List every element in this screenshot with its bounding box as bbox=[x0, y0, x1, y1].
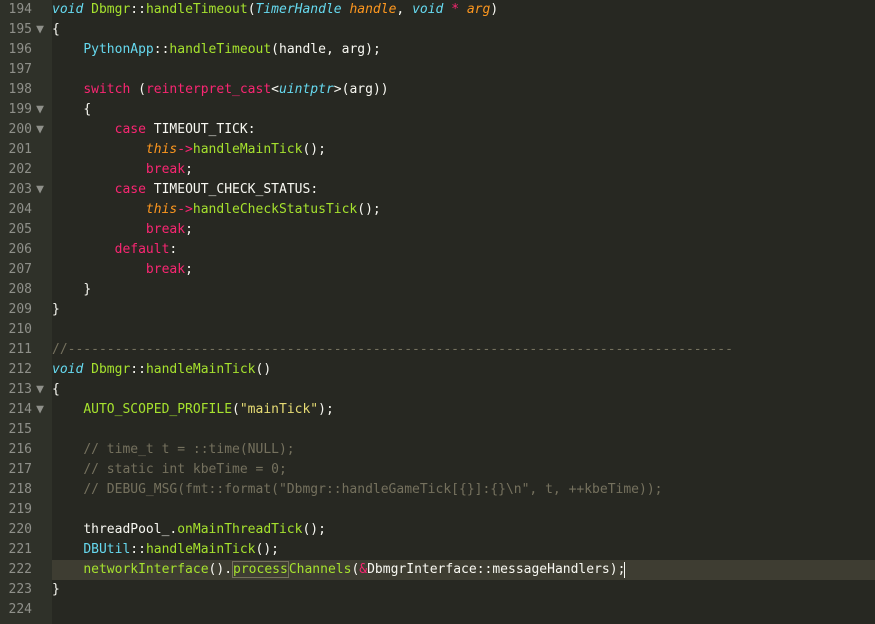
line-number: 201 bbox=[8, 140, 44, 160]
line-number: 222 bbox=[8, 560, 44, 580]
code-line[interactable]: DBUtil::handleMainTick(); bbox=[52, 540, 875, 560]
line-number: 218 bbox=[8, 480, 44, 500]
fold-icon: ▼ bbox=[34, 400, 44, 420]
line-number: 209 bbox=[8, 300, 44, 320]
code-line[interactable]: } bbox=[52, 300, 875, 320]
fold-icon: ▼ bbox=[34, 180, 44, 200]
line-number: 208 bbox=[8, 280, 44, 300]
line-number: 223 bbox=[8, 580, 44, 600]
code-line[interactable]: case TIMEOUT_TICK: bbox=[52, 120, 875, 140]
code-line[interactable]: break; bbox=[52, 260, 875, 280]
line-number: 217 bbox=[8, 460, 44, 480]
line-number: 203▼ bbox=[8, 180, 44, 200]
line-number: 216 bbox=[8, 440, 44, 460]
line-number: 198 bbox=[8, 80, 44, 100]
code-area[interactable]: void Dbmgr::handleTimeout(TimerHandle ha… bbox=[52, 0, 875, 624]
code-line[interactable]: void Dbmgr::handleTimeout(TimerHandle ha… bbox=[52, 0, 875, 20]
code-line[interactable] bbox=[52, 500, 875, 520]
line-number: 213▼ bbox=[8, 380, 44, 400]
line-number: 212 bbox=[8, 360, 44, 380]
line-number: 194 bbox=[8, 0, 44, 20]
code-line[interactable]: threadPool_.onMainThreadTick(); bbox=[52, 520, 875, 540]
code-line[interactable]: } bbox=[52, 280, 875, 300]
line-number: 204 bbox=[8, 200, 44, 220]
line-number: 202 bbox=[8, 160, 44, 180]
code-line[interactable]: PythonApp::handleTimeout(handle, arg); bbox=[52, 40, 875, 60]
code-line[interactable]: AUTO_SCOPED_PROFILE("mainTick"); bbox=[52, 400, 875, 420]
line-number: 197 bbox=[8, 60, 44, 80]
fold-icon: ▼ bbox=[34, 380, 44, 400]
line-number: 205 bbox=[8, 220, 44, 240]
code-line[interactable]: case TIMEOUT_CHECK_STATUS: bbox=[52, 180, 875, 200]
fold-icon: ▼ bbox=[34, 20, 44, 40]
line-number: 199▼ bbox=[8, 100, 44, 120]
code-line[interactable]: // DEBUG_MSG(fmt::format("Dbmgr::handleG… bbox=[52, 480, 875, 500]
line-number: 220 bbox=[8, 520, 44, 540]
gutter: 194 195▼ 196 197 198 199▼ 200▼ 201 202 2… bbox=[0, 0, 52, 624]
code-line[interactable]: this->handleMainTick(); bbox=[52, 140, 875, 160]
code-line[interactable]: // static int kbeTime = 0; bbox=[52, 460, 875, 480]
line-number: 214▼ bbox=[8, 400, 44, 420]
code-line[interactable] bbox=[52, 320, 875, 340]
code-line[interactable]: break; bbox=[52, 160, 875, 180]
line-number: 219 bbox=[8, 500, 44, 520]
line-number: 224 bbox=[8, 600, 44, 620]
code-line[interactable] bbox=[52, 600, 875, 620]
code-editor[interactable]: 194 195▼ 196 197 198 199▼ 200▼ 201 202 2… bbox=[0, 0, 875, 624]
code-line[interactable]: this->handleCheckStatusTick(); bbox=[52, 200, 875, 220]
fold-icon: ▼ bbox=[34, 100, 44, 120]
code-line-active[interactable]: networkInterface().processChannels(&Dbmg… bbox=[52, 560, 875, 580]
line-number: 200▼ bbox=[8, 120, 44, 140]
code-line[interactable] bbox=[52, 60, 875, 80]
code-line[interactable]: // time_t t = ::time(NULL); bbox=[52, 440, 875, 460]
line-number: 215 bbox=[8, 420, 44, 440]
line-number: 207 bbox=[8, 260, 44, 280]
line-number: 211 bbox=[8, 340, 44, 360]
text-cursor bbox=[624, 562, 625, 578]
code-line[interactable]: //--------------------------------------… bbox=[52, 340, 875, 360]
line-number: 210 bbox=[8, 320, 44, 340]
code-line[interactable]: void Dbmgr::handleMainTick() bbox=[52, 360, 875, 380]
line-number: 195▼ bbox=[8, 20, 44, 40]
line-number: 221 bbox=[8, 540, 44, 560]
code-line[interactable]: { bbox=[52, 380, 875, 400]
code-line[interactable] bbox=[52, 420, 875, 440]
code-line[interactable]: } bbox=[52, 580, 875, 600]
code-line[interactable]: switch (reinterpret_cast<uintptr>(arg)) bbox=[52, 80, 875, 100]
line-number: 206 bbox=[8, 240, 44, 260]
code-line[interactable]: { bbox=[52, 100, 875, 120]
code-line[interactable]: default: bbox=[52, 240, 875, 260]
code-line[interactable]: break; bbox=[52, 220, 875, 240]
fold-icon: ▼ bbox=[34, 120, 44, 140]
line-number: 196 bbox=[8, 40, 44, 60]
word-selection[interactable]: process bbox=[232, 561, 289, 578]
code-line[interactable]: { bbox=[52, 20, 875, 40]
